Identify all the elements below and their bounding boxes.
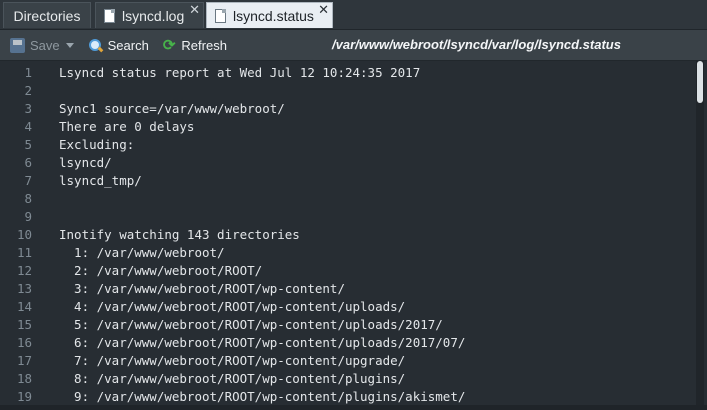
line-text[interactable]: 4: /var/www/webroot/ROOT/wp-content/uplo…: [59, 298, 405, 316]
line-number: 13: [16, 281, 32, 296]
bottom-border: [0, 405, 707, 410]
search-icon: [88, 38, 103, 53]
line-number: 19: [16, 389, 32, 404]
vertical-scrollbar[interactable]: [696, 61, 704, 410]
line-number: 11: [16, 245, 32, 260]
line-number: 6: [24, 155, 32, 170]
line-number: 18: [16, 371, 32, 386]
line-text[interactable]: There are 0 delays: [59, 118, 194, 136]
line-number: 10: [16, 227, 32, 242]
code-line[interactable]: 13 3: /var/www/webroot/ROOT/wp-content/: [0, 280, 700, 298]
code-line[interactable]: 10 Inotify watching 143 directories: [0, 226, 700, 244]
line-text[interactable]: lsyncd/: [59, 154, 112, 172]
line-text[interactable]: 5: /var/www/webroot/ROOT/wp-content/uplo…: [59, 316, 443, 334]
refresh-button[interactable]: ⟳ Refresh: [163, 38, 227, 53]
tab-directories[interactable]: Directories: [3, 2, 91, 28]
line-text[interactable]: Excluding:: [59, 136, 134, 154]
code-line[interactable]: 11 1: /var/www/webroot/: [0, 244, 700, 262]
line-text[interactable]: lsyncd_tmp/: [59, 172, 142, 190]
line-number: 7: [24, 173, 32, 188]
file-path: /var/www/webroot/lsyncd/var/log/lsyncd.s…: [332, 37, 621, 52]
line-number: 17: [16, 353, 32, 368]
scrollbar-thumb[interactable]: [697, 61, 703, 103]
tab-lsyncd-status[interactable]: lsyncd.status ✕: [206, 2, 333, 28]
file-icon: [104, 8, 115, 23]
code-line[interactable]: 5 Excluding:: [0, 136, 700, 154]
code-line[interactable]: 4 There are 0 delays: [0, 118, 700, 136]
line-text[interactable]: 8: /var/www/webroot/ROOT/wp-content/plug…: [59, 370, 405, 388]
refresh-icon: ⟳: [162, 36, 176, 54]
line-number: 5: [24, 137, 32, 152]
code-line[interactable]: 6 lsyncd/: [0, 154, 700, 172]
refresh-label: Refresh: [181, 37, 227, 53]
code-line[interactable]: 7 lsyncd_tmp/: [0, 172, 700, 190]
line-text[interactable]: 7: /var/www/webroot/ROOT/wp-content/upgr…: [59, 352, 405, 370]
code-line[interactable]: 18 8: /var/www/webroot/ROOT/wp-content/p…: [0, 370, 700, 388]
line-number: 3: [24, 101, 32, 116]
line-text[interactable]: 2: /var/www/webroot/ROOT/: [59, 262, 262, 280]
tab-label: Directories: [13, 7, 81, 24]
code-line[interactable]: 8: [0, 190, 700, 208]
line-number: 14: [16, 299, 32, 314]
line-text[interactable]: Inotify watching 143 directories: [59, 226, 300, 244]
tab-label: lsyncd.log: [122, 7, 185, 24]
search-label: Search: [107, 37, 149, 53]
tab-label: lsyncd.status: [233, 7, 314, 24]
line-text[interactable]: 6: /var/www/webroot/ROOT/wp-content/uplo…: [59, 334, 465, 352]
line-number: 4: [24, 119, 32, 134]
close-icon[interactable]: ✕: [318, 3, 329, 17]
line-number: 1: [24, 65, 32, 80]
code-line[interactable]: 14 4: /var/www/webroot/ROOT/wp-content/u…: [0, 298, 700, 316]
tab-lsyncd-log[interactable]: lsyncd.log ✕: [95, 2, 204, 28]
line-number: 8: [24, 191, 32, 206]
line-number: 9: [24, 209, 32, 224]
code-line[interactable]: 1 Lsyncd status report at Wed Jul 12 10:2…: [0, 64, 700, 82]
save-label: Save: [30, 37, 60, 53]
code-editor[interactable]: 1 Lsyncd status report at Wed Jul 12 10:2…: [0, 61, 707, 410]
code-line[interactable]: 17 7: /var/www/webroot/ROOT/wp-content/u…: [0, 352, 700, 370]
code-line[interactable]: 16 6: /var/www/webroot/ROOT/wp-content/u…: [0, 334, 700, 352]
code-line[interactable]: 19 9: /var/www/webroot/ROOT/wp-content/p…: [0, 388, 700, 406]
line-text[interactable]: 1: /var/www/webroot/: [59, 244, 225, 262]
code-line[interactable]: 9: [0, 208, 700, 226]
line-text[interactable]: Sync1 source=/var/www/webroot/: [59, 100, 285, 118]
file-icon: [215, 8, 226, 23]
close-icon[interactable]: ✕: [189, 3, 200, 17]
line-text[interactable]: Lsyncd status report at Wed Jul 12 10:24…: [59, 64, 420, 82]
line-number: 16: [16, 335, 32, 350]
tab-bar: Directories lsyncd.log ✕ lsyncd.status ✕: [0, 0, 707, 30]
line-number: 2: [24, 83, 32, 98]
disk-icon: [10, 37, 25, 53]
code-line[interactable]: 12 2: /var/www/webroot/ROOT/: [0, 262, 700, 280]
search-button[interactable]: Search: [88, 38, 149, 53]
code-line[interactable]: 2: [0, 82, 700, 100]
chevron-down-icon[interactable]: [65, 42, 74, 48]
code-line[interactable]: 3 Sync1 source=/var/www/webroot/: [0, 100, 700, 118]
save-button[interactable]: Save: [10, 37, 74, 53]
line-number: 15: [16, 317, 32, 332]
line-text[interactable]: 3: /var/www/webroot/ROOT/wp-content/: [59, 280, 345, 298]
line-number: 12: [16, 263, 32, 278]
line-text[interactable]: 9: /var/www/webroot/ROOT/wp-content/plug…: [59, 388, 465, 406]
code-line[interactable]: 15 5: /var/www/webroot/ROOT/wp-content/u…: [0, 316, 700, 334]
